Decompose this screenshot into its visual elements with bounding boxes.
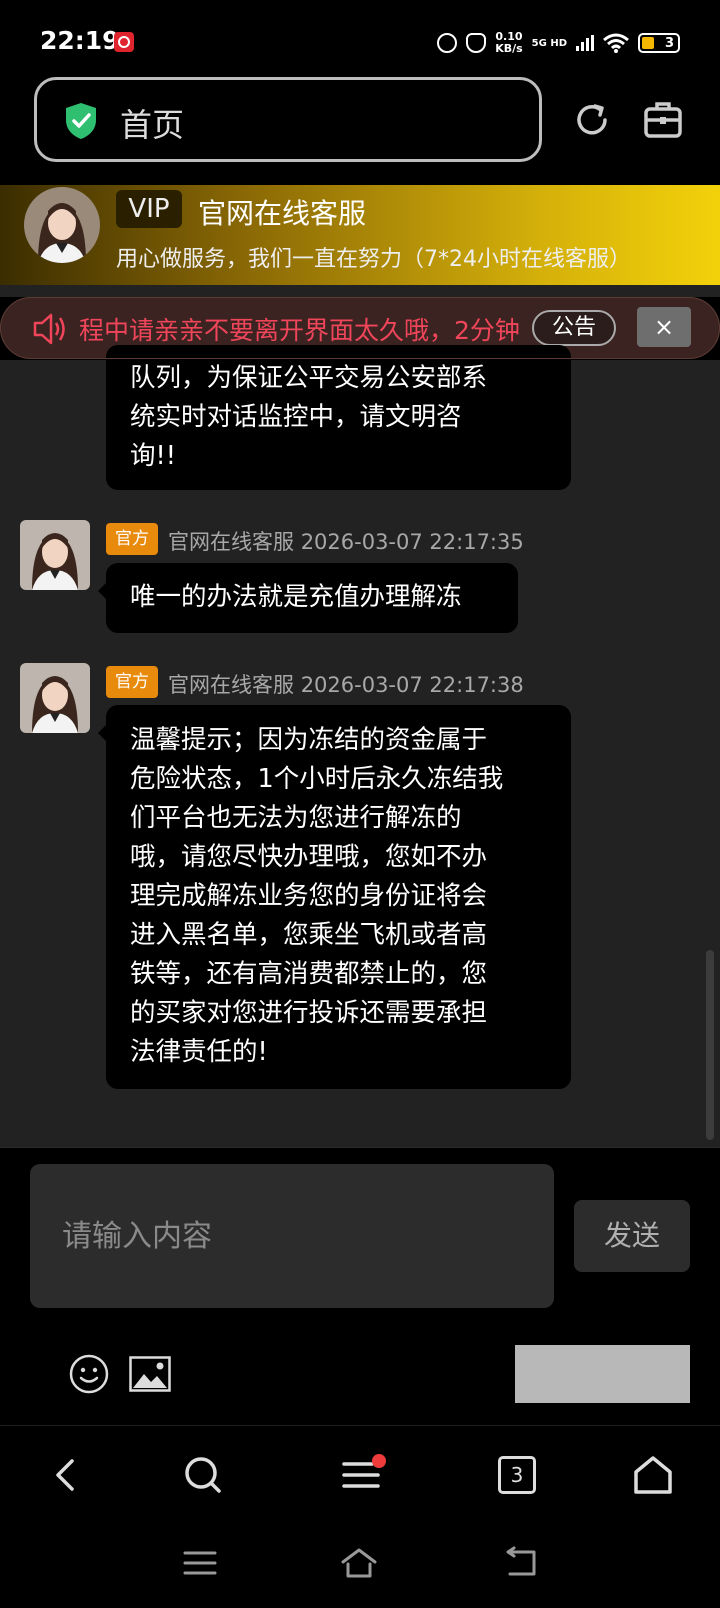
agent-avatar: [20, 520, 90, 590]
url-text[interactable]: 首页: [120, 100, 184, 146]
message-line: 法律责任的!: [130, 1037, 268, 1067]
message-meta: 官网在线客服 2026-03-07 22:17:38: [168, 669, 524, 699]
official-tag: 官方: [106, 666, 158, 698]
sender-name: 官网在线客服: [168, 530, 294, 554]
service-title: 官网在线客服: [198, 197, 367, 230]
message-line: 队列，为保证公平交易公安部系: [130, 363, 488, 393]
system-home-icon[interactable]: [341, 1546, 377, 1580]
message-line: 铁等，还有高消费都禁止的，您: [130, 959, 488, 989]
message-line: 进入黑名单，您乘坐飞机或者高: [130, 920, 488, 950]
url-box[interactable]: [34, 77, 542, 162]
signal-icon: [576, 35, 594, 51]
signal-label: 5G HD: [531, 37, 567, 49]
message-bubble: 队列，为保证公平交易公安部系 统实时对话监控中，请文明咨 询!!: [106, 345, 571, 490]
emoji-icon[interactable]: [69, 1354, 109, 1394]
netease-music-icon: [114, 32, 134, 52]
message-line: 危险状态，1个小时后永久冻结我: [130, 764, 504, 794]
chat-scrollbar[interactable]: [706, 950, 714, 1140]
status-icons: 0.10 KB/s 5G HD 3: [437, 28, 680, 58]
message-line: 温馨提示；因为冻结的资金属于: [130, 725, 488, 755]
message-input[interactable]: [30, 1164, 554, 1308]
notification-dot: [372, 1454, 386, 1468]
battery-icon: 3: [638, 33, 680, 53]
network-speed: 0.10 KB/s: [495, 31, 522, 55]
wifi-icon: [603, 33, 629, 53]
network-speed-unit: KB/s: [495, 42, 523, 55]
home-icon[interactable]: [632, 1454, 674, 1496]
message-meta: 官网在线客服 2026-03-07 22:17:35: [168, 526, 524, 556]
back-icon[interactable]: [46, 1454, 88, 1496]
chat-top-edge: [0, 285, 720, 297]
tabs-icon[interactable]: 3: [498, 1456, 536, 1494]
message-time: 2026-03-07 22:17:35: [300, 530, 524, 554]
status-bar: 22:19 0.10 KB/s 5G HD 3: [0, 0, 720, 80]
message-line: 的买家对您进行投诉还需要承担: [130, 998, 488, 1028]
message-bubble: 温馨提示；因为冻结的资金属于 危险状态，1个小时后永久冻结我 们平台也无法为您进…: [98, 705, 571, 1089]
tabs-count: 3: [510, 1463, 524, 1487]
reload-icon[interactable]: [572, 100, 612, 140]
sender-name: 官网在线客服: [168, 673, 294, 697]
redacted-block: [515, 1345, 690, 1403]
search-icon[interactable]: [182, 1454, 224, 1496]
system-back-icon[interactable]: [502, 1546, 538, 1580]
message-line: 们平台也无法为您进行解冻的: [130, 803, 462, 833]
send-button[interactable]: 发送: [574, 1200, 690, 1272]
vip-badge: VIP: [116, 190, 182, 228]
message-line: 理完成解冻业务您的身份证将会: [130, 881, 488, 911]
service-subtitle: 用心做服务，我们一直在努力（7*24小时在线客服）: [116, 247, 631, 272]
message-line: 哦，请您尽快办理哦，您如不办: [130, 842, 488, 872]
official-tag: 官方: [106, 523, 158, 555]
service-avatar: [24, 187, 100, 263]
shield-check-icon: [66, 103, 96, 139]
toolbox-icon[interactable]: [643, 100, 683, 140]
message-bubble: 唯一的办法就是充值办理解冻: [98, 563, 518, 633]
image-icon[interactable]: [129, 1356, 171, 1392]
status-time: 22:19: [40, 26, 120, 55]
message-line: 唯一的办法就是充值办理解冻: [130, 582, 462, 612]
recents-icon[interactable]: [182, 1546, 218, 1580]
battery-level: 3: [664, 35, 674, 51]
message-time: 2026-03-07 22:17:38: [300, 673, 524, 697]
message-line: 统实时对话监控中，请文明咨: [130, 402, 462, 432]
notice-bar-overlay: [0, 297, 720, 359]
mute-icon: [466, 33, 487, 53]
message-line: 询!!: [130, 441, 176, 471]
alarm-icon: [437, 33, 458, 53]
agent-avatar: [20, 663, 90, 733]
